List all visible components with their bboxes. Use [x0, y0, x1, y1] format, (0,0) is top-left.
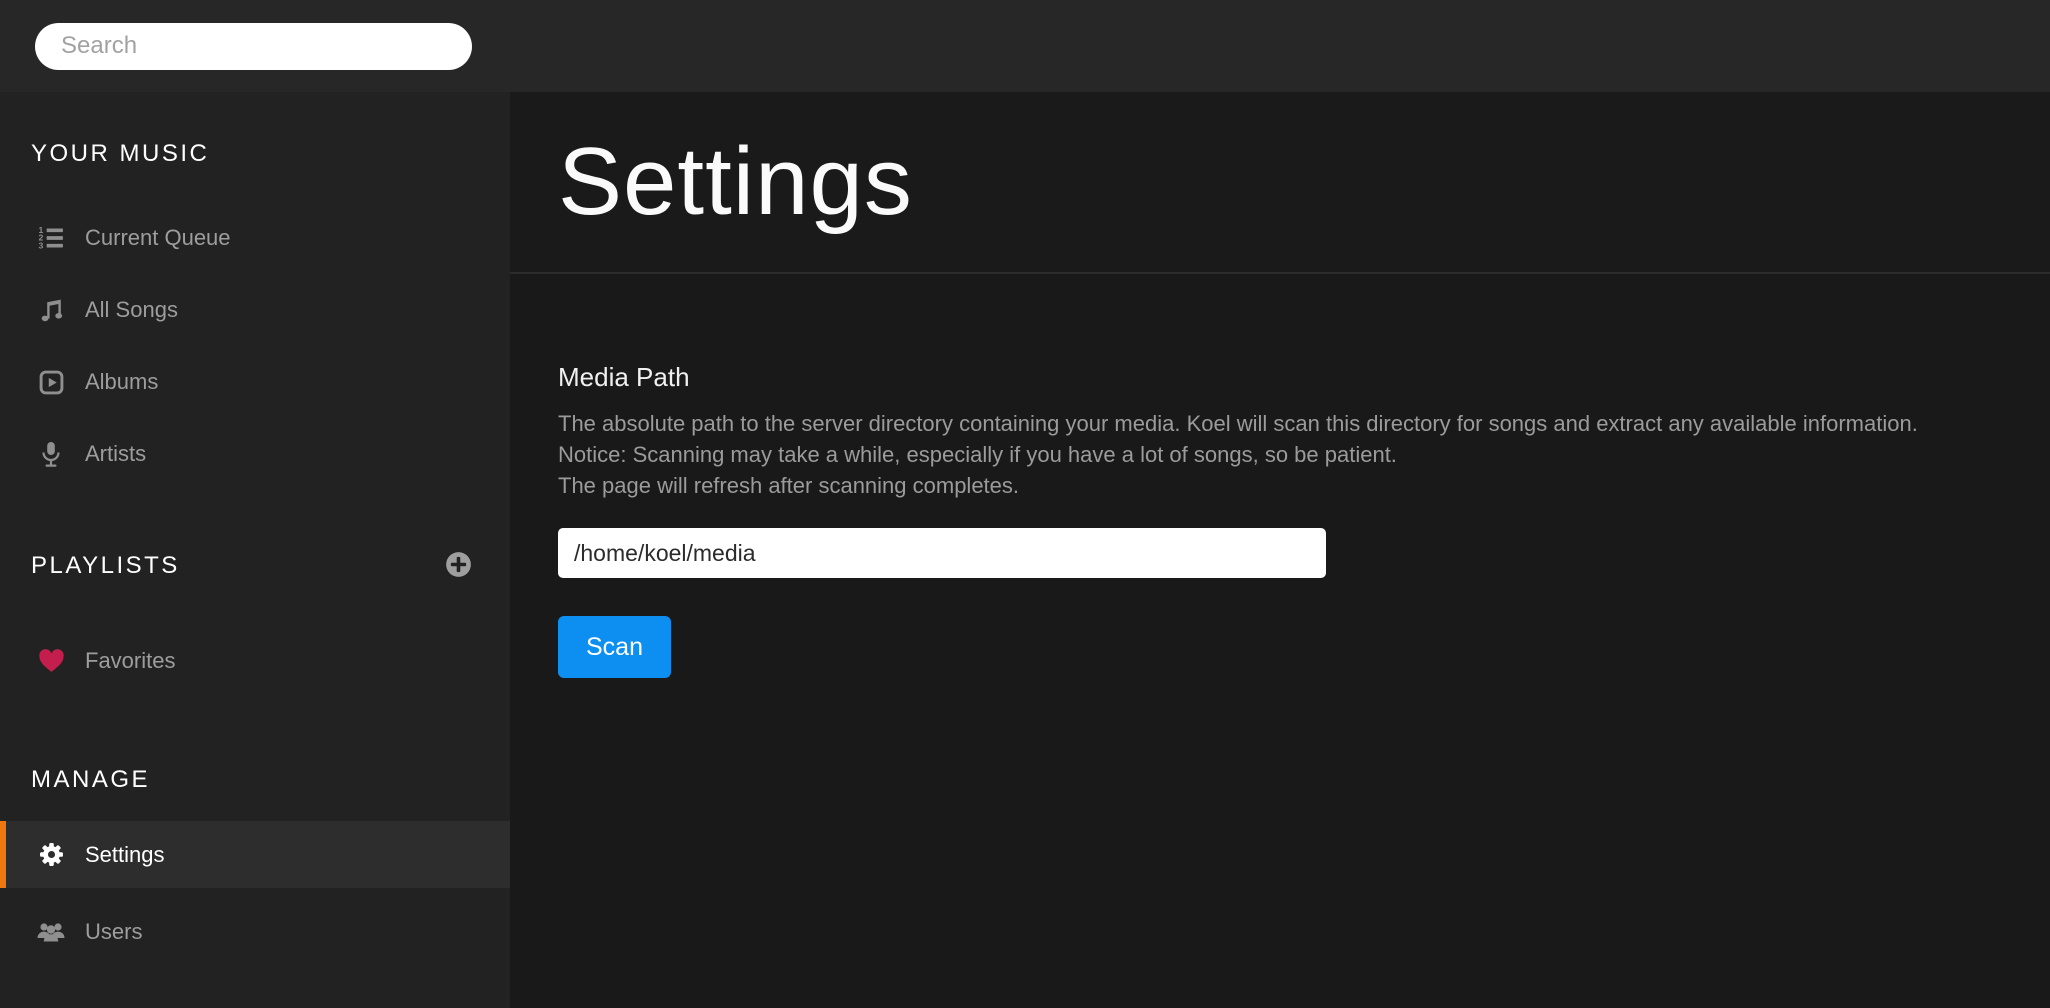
- sidebar-item-label: Albums: [85, 369, 159, 394]
- play-square-icon: [37, 370, 65, 395]
- add-playlist-button[interactable]: [445, 551, 472, 581]
- sidebar-section-title: YOUR MUSIC: [31, 140, 210, 167]
- description-line: The page will refresh after scanning com…: [558, 473, 1020, 498]
- microphone-icon: [37, 441, 65, 468]
- manage-list: Settings Users: [0, 821, 510, 965]
- screen-header: Settings: [510, 92, 2050, 274]
- sidebar-item-current-queue[interactable]: 1 2 3 Current Queue: [0, 202, 510, 274]
- sidebar-section-your-music: YOUR MUSIC: [0, 140, 510, 168]
- heart-icon: [37, 649, 65, 673]
- media-path-heading: Media Path: [558, 362, 690, 392]
- playlists-list: Favorites: [0, 625, 510, 697]
- description-line: The absolute path to the server director…: [558, 411, 1918, 436]
- sidebar-item-artists[interactable]: Artists: [0, 418, 510, 490]
- search-input[interactable]: [35, 22, 472, 70]
- sidebar-item-users[interactable]: Users: [0, 898, 510, 965]
- plus-circle-icon: [445, 551, 472, 581]
- page-title: Settings: [558, 128, 913, 235]
- gear-icon: [37, 842, 65, 867]
- main-content: Settings Media Path The absolute path to…: [510, 92, 2050, 1008]
- queue-list-icon: 1 2 3: [37, 225, 65, 251]
- sidebar-section-playlists: PLAYLISTS: [0, 551, 510, 581]
- sidebar-section-manage: MANAGE: [0, 766, 510, 794]
- description-line: Notice: Scanning may take a while, espec…: [558, 442, 1397, 467]
- sidebar-item-settings[interactable]: Settings: [0, 821, 510, 888]
- music-note-icon: [37, 297, 65, 323]
- sidebar-section-title: MANAGE: [31, 766, 151, 793]
- sidebar-section-title: PLAYLISTS: [31, 552, 180, 579]
- your-music-list: 1 2 3 Current Queue All Songs Albums Art…: [0, 202, 510, 490]
- settings-content: Media Path The absolute path to the serv…: [510, 274, 2050, 678]
- users-icon: [37, 920, 65, 944]
- top-header: [0, 0, 2050, 92]
- sidebar: YOUR MUSIC 1 2 3 Current Queue All Songs…: [0, 92, 510, 1008]
- app-body: YOUR MUSIC 1 2 3 Current Queue All Songs…: [0, 92, 2050, 1008]
- sidebar-item-albums[interactable]: Albums: [0, 346, 510, 418]
- sidebar-item-label: Artists: [85, 441, 147, 466]
- svg-text:3: 3: [39, 240, 44, 250]
- media-path-description: The absolute path to the server director…: [558, 408, 2002, 501]
- sidebar-item-label: Favorites: [85, 648, 176, 673]
- sidebar-item-label: Current Queue: [85, 225, 231, 250]
- sidebar-item-label: Users: [85, 918, 143, 944]
- sidebar-item-favorites[interactable]: Favorites: [0, 625, 510, 697]
- scan-button[interactable]: Scan: [558, 616, 671, 678]
- sidebar-item-label: All Songs: [85, 297, 178, 322]
- media-path-input[interactable]: [558, 528, 1326, 578]
- sidebar-item-all-songs[interactable]: All Songs: [0, 274, 510, 346]
- sidebar-item-label: Settings: [85, 841, 165, 867]
